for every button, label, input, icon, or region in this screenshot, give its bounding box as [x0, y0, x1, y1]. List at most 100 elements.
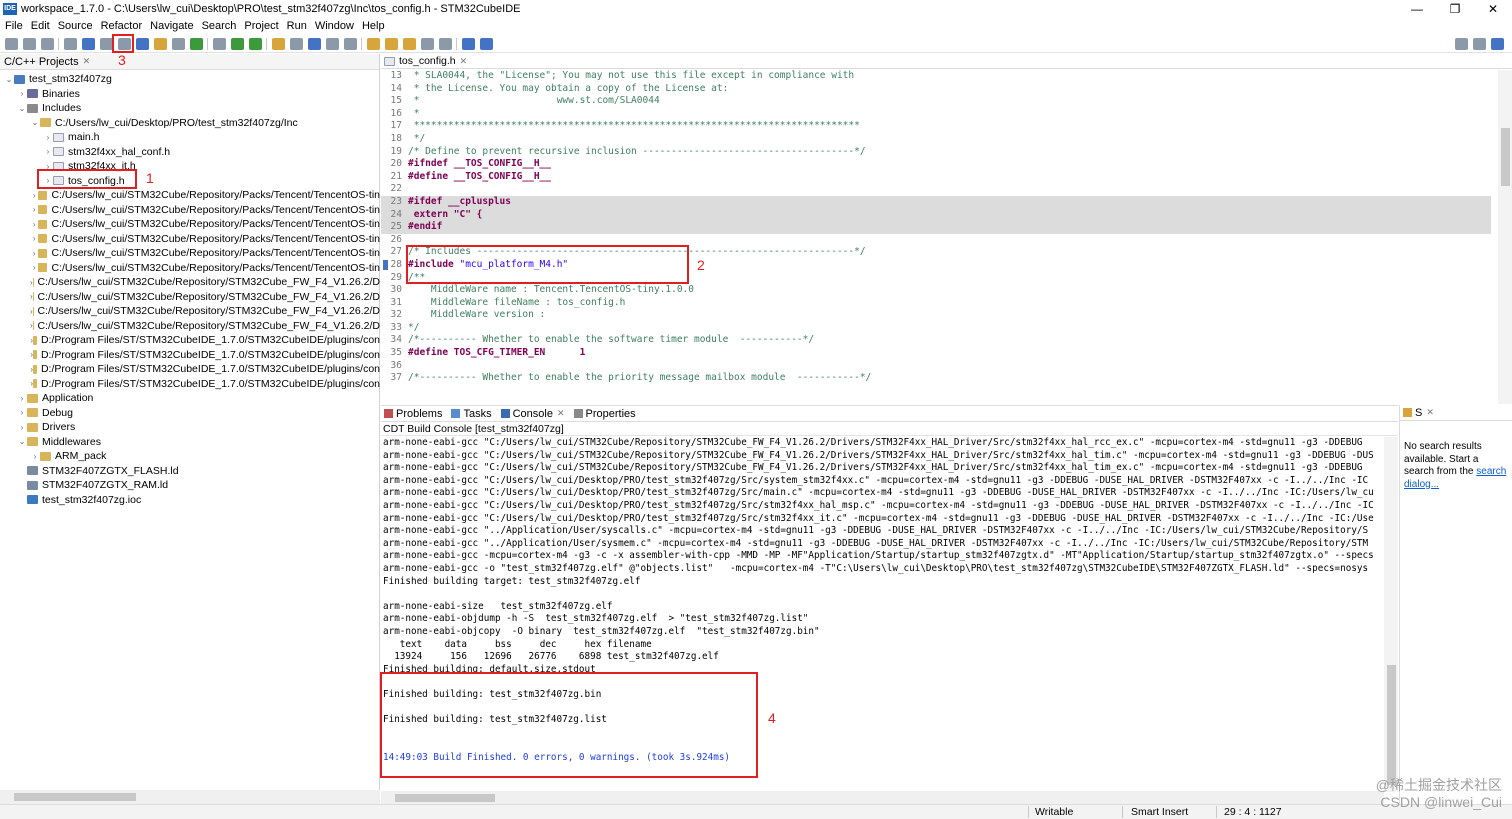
menu-navigate[interactable]: Navigate — [150, 20, 193, 32]
scrollbar-thumb[interactable] — [395, 794, 495, 802]
tree-item[interactable]: › C:/Users/lw_cui/STM32Cube/Repository/ST… — [0, 275, 380, 290]
menu-help[interactable]: Help — [362, 20, 385, 32]
minimize-button[interactable]: — — [1398, 0, 1436, 18]
menu-search[interactable]: Search — [202, 20, 237, 32]
new-folder-icon[interactable] — [154, 37, 167, 50]
code-line[interactable]: 22 — [381, 183, 1491, 196]
tree-item[interactable]: ⌄ Includes — [0, 101, 380, 116]
code-line[interactable]: 15 * www.st.com/SLA0044 — [381, 95, 1491, 108]
expand-arrow-icon[interactable]: ⌄ — [17, 437, 27, 446]
close-icon[interactable]: ✕ — [557, 408, 565, 419]
open-type-icon[interactable] — [272, 37, 285, 50]
expand-arrow-icon[interactable]: › — [17, 394, 27, 403]
tree-item[interactable]: › C:/Users/lw_cui/STM32Cube/Repository/Pa… — [0, 232, 380, 247]
expand-arrow-icon[interactable]: ⌄ — [4, 75, 14, 84]
last-edit-icon[interactable] — [403, 37, 416, 50]
debug-icon[interactable] — [213, 37, 226, 50]
tree-item[interactable]: › D:/Program Files/ST/STM32CubeIDE_1.7.0/… — [0, 377, 380, 392]
tree-item[interactable]: › stm32f4xx_hal_conf.h — [0, 145, 380, 160]
tree-item[interactable]: › C:/Users/lw_cui/STM32Cube/Repository/Pa… — [0, 203, 380, 218]
close-button[interactable]: ✕ — [1474, 0, 1512, 18]
new-icon[interactable] — [5, 37, 18, 50]
prev-annotation-icon[interactable] — [385, 37, 398, 50]
tab-properties[interactable]: Properties — [573, 408, 636, 420]
expand-arrow-icon[interactable]: › — [30, 249, 38, 258]
tree-item[interactable]: › C:/Users/lw_cui/STM32Cube/Repository/Pa… — [0, 246, 380, 261]
tree-item[interactable]: › C:/Users/lw_cui/STM32Cube/Repository/Pa… — [0, 217, 380, 232]
code-line[interactable]: 18 */ — [381, 133, 1491, 146]
cpp-perspective-icon[interactable] — [1491, 38, 1504, 50]
code-line[interactable]: 25 #endif — [381, 221, 1491, 234]
code-line[interactable]: 20 #ifndef __TOS_CONFIG__H__ — [381, 158, 1491, 171]
tree-item[interactable]: › C:/Users/lw_cui/STM32Cube/Repository/ST… — [0, 319, 380, 334]
next-annotation-icon[interactable] — [367, 37, 380, 50]
tree-item[interactable]: ⌄ C:/Users/lw_cui/Desktop/PRO/test_stm32f… — [0, 116, 380, 131]
code-line[interactable]: 33 */ — [381, 322, 1491, 335]
expand-arrow-icon[interactable]: › — [30, 234, 38, 243]
menu-refactor[interactable]: Refactor — [101, 20, 143, 32]
tree-item[interactable]: › Binaries — [0, 87, 380, 102]
back-icon[interactable] — [421, 37, 434, 50]
tree-item[interactable]: › Application — [0, 391, 380, 406]
tab-search[interactable]: S ✕ — [1403, 407, 1434, 419]
tree-item[interactable]: › C:/Users/lw_cui/STM32Cube/Repository/ST… — [0, 290, 380, 305]
horizontal-scrollbar[interactable] — [0, 790, 380, 804]
code-line[interactable]: 34 /*---------- Whether to enable the sof… — [381, 334, 1491, 347]
build-icon[interactable] — [82, 37, 95, 50]
expand-arrow-icon[interactable]: › — [43, 147, 53, 156]
expand-arrow-icon[interactable]: › — [17, 89, 27, 98]
search-tool-icon[interactable] — [290, 37, 303, 50]
tree-item[interactable]: › main.h — [0, 130, 380, 145]
scrollbar-thumb[interactable] — [14, 793, 136, 801]
tree-item[interactable]: test_stm32f407zg.ioc — [0, 493, 380, 508]
expand-arrow-icon[interactable]: ⌄ — [17, 104, 27, 113]
expand-arrow-icon[interactable]: › — [30, 191, 38, 200]
search-icon[interactable] — [1455, 38, 1468, 50]
debug-config-icon[interactable] — [136, 37, 149, 50]
tree-item[interactable]: › Debug — [0, 406, 380, 421]
settings-icon[interactable] — [64, 37, 77, 50]
vertical-scrollbar[interactable] — [1498, 70, 1512, 404]
save-all-icon[interactable] — [41, 37, 54, 50]
code-line[interactable]: 37 /*---------- Whether to enable the pri… — [381, 372, 1491, 385]
toggle-mark-icon[interactable] — [308, 37, 321, 50]
new-class-icon[interactable] — [172, 37, 185, 50]
code-line[interactable]: 31 MiddleWare fileName : tos_config.h — [381, 297, 1491, 310]
tree-item[interactable]: STM32F407ZGTX_FLASH.ld — [0, 464, 380, 479]
expand-arrow-icon[interactable]: › — [30, 205, 38, 214]
info-icon[interactable] — [480, 37, 493, 50]
expand-arrow-icon[interactable]: › — [17, 408, 27, 417]
expand-arrow-icon[interactable]: › — [43, 133, 53, 142]
close-icon[interactable]: ✕ — [460, 56, 468, 67]
run-config-icon[interactable] — [190, 37, 203, 50]
forward-icon[interactable] — [439, 37, 452, 50]
code-line[interactable]: 30 MiddleWare name : Tencent.TencentOS-t… — [381, 284, 1491, 297]
menu-file[interactable]: File — [5, 20, 23, 32]
code-line[interactable]: 17 *************************************… — [381, 120, 1491, 133]
show-whitespace-icon[interactable] — [326, 37, 339, 50]
project-explorer-title[interactable]: C/C++ Projects — [4, 56, 79, 68]
menu-window[interactable]: Window — [315, 20, 354, 32]
menu-edit[interactable]: Edit — [31, 20, 50, 32]
tree-item[interactable]: › D:/Program Files/ST/STM32CubeIDE_1.7.0/… — [0, 362, 380, 377]
tree-item[interactable]: › C:/Users/lw_cui/STM32Cube/Repository/ST… — [0, 304, 380, 319]
code-line[interactable]: 19 /* Define to prevent recursive inclusi… — [381, 146, 1491, 159]
code-line[interactable]: 21 #define __TOS_CONFIG__H__ — [381, 171, 1491, 184]
run-icon[interactable] — [231, 37, 244, 50]
tree-item[interactable]: › Drivers — [0, 420, 380, 435]
menu-project[interactable]: Project — [244, 20, 278, 32]
tree-item[interactable]: › D:/Program Files/ST/STM32CubeIDE_1.7.0/… — [0, 348, 380, 363]
expand-arrow-icon[interactable]: › — [30, 452, 40, 461]
tree-item[interactable]: STM32F407ZGTX_RAM.ld — [0, 478, 380, 493]
close-icon[interactable]: ✕ — [1426, 407, 1434, 418]
code-line[interactable]: 36 — [381, 360, 1491, 373]
menu-run[interactable]: Run — [287, 20, 307, 32]
tree-item[interactable]: ⌄ test_stm32f407zg — [0, 72, 380, 87]
expand-arrow-icon[interactable]: ⌄ — [30, 118, 40, 127]
open-perspective-icon[interactable] — [1473, 38, 1486, 50]
status-insert-mode[interactable]: Smart Insert — [1131, 806, 1188, 818]
console-vertical-scrollbar[interactable] — [1384, 437, 1398, 792]
code-line[interactable]: 24 extern "C" { — [381, 208, 1491, 222]
maximize-button[interactable]: ❐ — [1436, 0, 1474, 18]
menu-source[interactable]: Source — [58, 20, 93, 32]
